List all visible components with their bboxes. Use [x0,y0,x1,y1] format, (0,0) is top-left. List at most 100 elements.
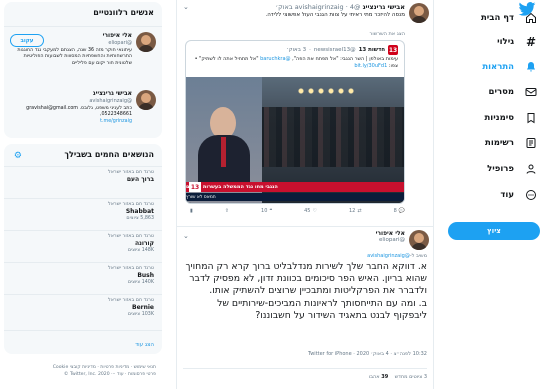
trend-item[interactable]: טרנד חם באזור ישראל ברוך העם [14,170,154,184]
bell-icon [524,60,538,74]
separator-dot: · [309,47,311,53]
heart-icon: ♡ [312,208,317,214]
quoted-time: 3 באוק׳ [286,47,307,53]
quoted-author-handle: @newsisrael13 [313,47,356,53]
trend-name: Bernie [132,304,154,311]
channel-logo: 13 [189,182,201,192]
nav-item-more[interactable]: עוד [500,183,538,207]
retweet-button[interactable]: ⇄ 12 [349,208,362,214]
person-name[interactable]: אבישי גרינצייג [93,90,132,97]
retweets-stat[interactable]: 3 ציוטים מחדש [395,374,427,380]
person-card[interactable]: אבישי גרינצייג @avishaigrinzaig כתב לעני… [10,90,156,136]
person-card[interactable]: אלי איפורי @eliopari עיתונאי חוקר מזה 36… [10,32,156,88]
show-more-link[interactable]: הצג עוד [135,342,154,348]
person-handle[interactable]: @eliopari [108,40,132,46]
nav-item-label: התראות [482,62,514,72]
retweet-icon: ⇄ [357,208,362,214]
analytics-button[interactable]: ▮ [190,208,193,214]
url-link[interactable]: bit.ly/30uFd1 [354,63,387,69]
quoted-author-name: חדשות 13 [358,47,385,53]
gear-icon[interactable]: ⚙ [12,151,22,161]
author-handle[interactable]: @eliopari [376,237,405,244]
nav-item-notifications[interactable]: התראות [482,55,538,79]
nav-item-label: דף הבית [480,13,514,23]
divider [183,368,427,369]
panel-title: הנושאים החמים בשבילך [64,150,154,159]
replying-to-link[interactable]: @avishaigrinzaig [367,253,410,259]
nav-item-label: גילוי [497,37,514,47]
nav-item-explore[interactable]: # גילוי [497,30,538,54]
quote-icon: ❝ [269,208,273,214]
like-button[interactable]: ♡ 45 [304,208,317,214]
panel-title: אנשים רלוונטיים [93,8,154,17]
reply-button[interactable]: 💬 8 [394,208,405,214]
tweet-timestamp[interactable]: 10:32 לפנה״צ · 4 באוק׳ 2020 · Twitter fo… [308,351,427,357]
person-icon [524,162,538,176]
author-name[interactable]: אלי איפורי [376,230,405,237]
replying-to: משיב ל-@avishaigrinzaig [367,253,427,259]
trend-name: קורונה [135,240,154,247]
avatar[interactable] [409,3,429,23]
divider [4,294,162,295]
nav-item-bookmarks[interactable]: סימניות [484,106,538,130]
crowd-scene [258,107,404,167]
quoted-header: 13 חדשות 13 @newsisrael13 · 3 באוק׳ [286,45,398,55]
trend-name: Shabbat [125,208,154,215]
divider [4,166,162,167]
replying-prefix: משיב ל- [409,253,427,259]
tweet-header: אבישי גרינצייג @avishaigrinzaig · 4 באוק… [275,3,405,11]
profile-link[interactable]: t.me/grinzaig [10,119,132,125]
trends-panel: הנושאים החמים בשבילך ⚙ טרנד חם באזור ישר… [4,144,162,354]
nav-item-home[interactable]: דף הבית [481,6,538,30]
likes-count[interactable]: 39 [381,374,388,380]
nav-item-lists[interactable]: רשימות [485,131,538,155]
divider [4,26,162,27]
tweet-thread: אבישי גרינצייג @avishaigrinzaig · 4 באוק… [176,0,434,389]
parent-tweet[interactable]: אבישי גרינצייג @avishaigrinzaig · 4 באוק… [177,0,433,228]
trend-item[interactable]: טרנד חם באזור ישראל Bush 140K ציוצים [14,266,154,286]
mention-link[interactable]: @baruchkra [260,56,290,62]
person-handle[interactable]: @avishaigrinzaig [89,98,132,104]
divider [4,262,162,263]
news-ticker: הנגבי מחו נגד הממשלה בעשרות צמתים [186,182,404,192]
author-name[interactable]: אבישי גרינצייג [363,3,405,11]
trend-item[interactable]: טרנד חם באזור ישראל Bernie 103K ציוצים [14,298,154,318]
separator-space [390,374,393,380]
trend-count: 148K ציוצים [127,248,154,253]
chevron-down-icon[interactable]: ⌄ [183,3,189,11]
likes-label[interactable]: אהבו [369,374,380,380]
trend-item[interactable]: טרנד חם באזור ישראל קורונה 148K ציוצים [14,234,154,254]
nav-item-messages[interactable]: מסרים [489,80,538,104]
chevron-down-icon[interactable]: ⌄ [183,232,189,240]
tweet-button[interactable]: ציוץ [448,222,540,240]
show-thread-link[interactable]: הצג את השרשור [370,31,405,37]
tweet-header: אלי איפורי @eliopari [376,230,405,244]
avatar[interactable] [136,90,156,110]
quote-button[interactable]: ❝ 10 [261,208,272,214]
more-circle-icon [524,188,538,202]
like-count: 45 [304,208,311,214]
share-button[interactable]: ⇪ [225,208,229,214]
nav-item-profile[interactable]: פרופיל [487,157,538,181]
home-icon [524,11,538,25]
trend-name: ברוך העם [126,176,154,183]
trend-name: Bush [137,272,154,279]
trend-count: 5,863 ציוצים [126,216,154,221]
bookmark-icon [524,111,538,125]
focused-tweet: אלי איפורי @eliopari ⌄ משיב ל-@avishaigr… [177,226,433,389]
follow-button[interactable]: עקוב [10,34,44,47]
share-icon: ⇪ [224,208,229,214]
anchor-tie [221,137,226,167]
footer-line[interactable]: תנאי שימוש · מדיניות פרטיות · מדיניות קו… [6,364,156,371]
quoted-tweet[interactable]: 13 חדשות 13 @newsisrael13 · 3 באוק׳ עימו… [185,40,405,204]
tweet-text: א. דווקא החבר שלך לשירות מנדלבליט ברוך ק… [185,261,427,321]
avatar[interactable] [409,230,429,250]
person-bio: כתב לעניני משפט, גלובס. gravishai@gmail.… [10,106,132,125]
person-name[interactable]: אלי איפורי [103,32,132,39]
footer-line[interactable]: פרטי פרסומות · עוד ··· Twitter, Inc. 202… [6,371,156,378]
video-thumbnail[interactable]: הנגבי מחו נגד הממשלה בעשרות צמתים חמאס ל… [186,77,404,203]
list-icon [524,136,538,150]
avatar[interactable] [136,32,156,52]
trend-item[interactable]: טרנד חם באזור ישראל Shabbat 5,863 ציוצים [14,202,154,222]
quoted-text: עימות באולפן | השר הנגבי: "אל תפתח את הפ… [193,56,398,70]
